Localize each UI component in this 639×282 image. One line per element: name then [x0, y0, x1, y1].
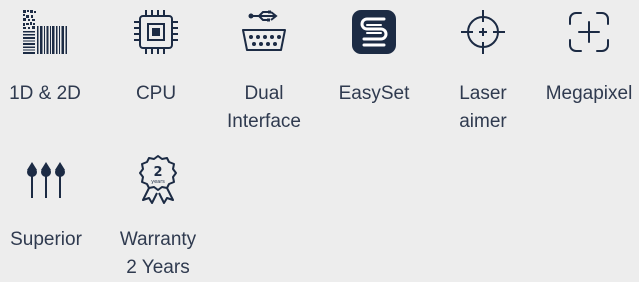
pins-icon: [20, 152, 72, 204]
cpu-icon: [130, 6, 182, 58]
megapixel-viewfinder-icon: [563, 6, 615, 58]
easyset-logo-icon: [348, 6, 400, 58]
feature-dual-interface: Dual Interface: [218, 6, 310, 136]
feature-warranty: 2 years Warranty 2 Years: [113, 152, 203, 282]
feature-easyset: EasySet: [334, 6, 414, 108]
feature-label: Laser aimer: [459, 83, 507, 132]
feature-label: Dual Interface: [227, 83, 301, 132]
warranty-badge-unit: years: [151, 179, 165, 185]
laser-crosshair-icon: [457, 6, 509, 58]
warranty-badge-icon: 2 years: [132, 152, 184, 204]
feature-cpu: CPU: [116, 6, 196, 108]
feature-label: Warranty 2 Years: [119, 229, 197, 278]
feature-label: EasySet: [338, 83, 410, 104]
barcode-qr-icon: [19, 6, 71, 58]
warranty-badge-number: 2: [153, 165, 162, 180]
feature-laser-aimer: Laser aimer: [443, 6, 523, 136]
feature-label: Superior: [10, 229, 82, 250]
feature-label: CPU: [135, 83, 177, 104]
feature-label: 1D & 2D: [9, 83, 81, 104]
feature-megapixel: Megapixel: [539, 6, 639, 108]
feature-1d-2d: 1D & 2D: [5, 6, 85, 108]
feature-label: Megapixel: [545, 83, 633, 104]
feature-superior: Superior: [6, 152, 86, 254]
usb-serial-icon: [238, 6, 290, 58]
